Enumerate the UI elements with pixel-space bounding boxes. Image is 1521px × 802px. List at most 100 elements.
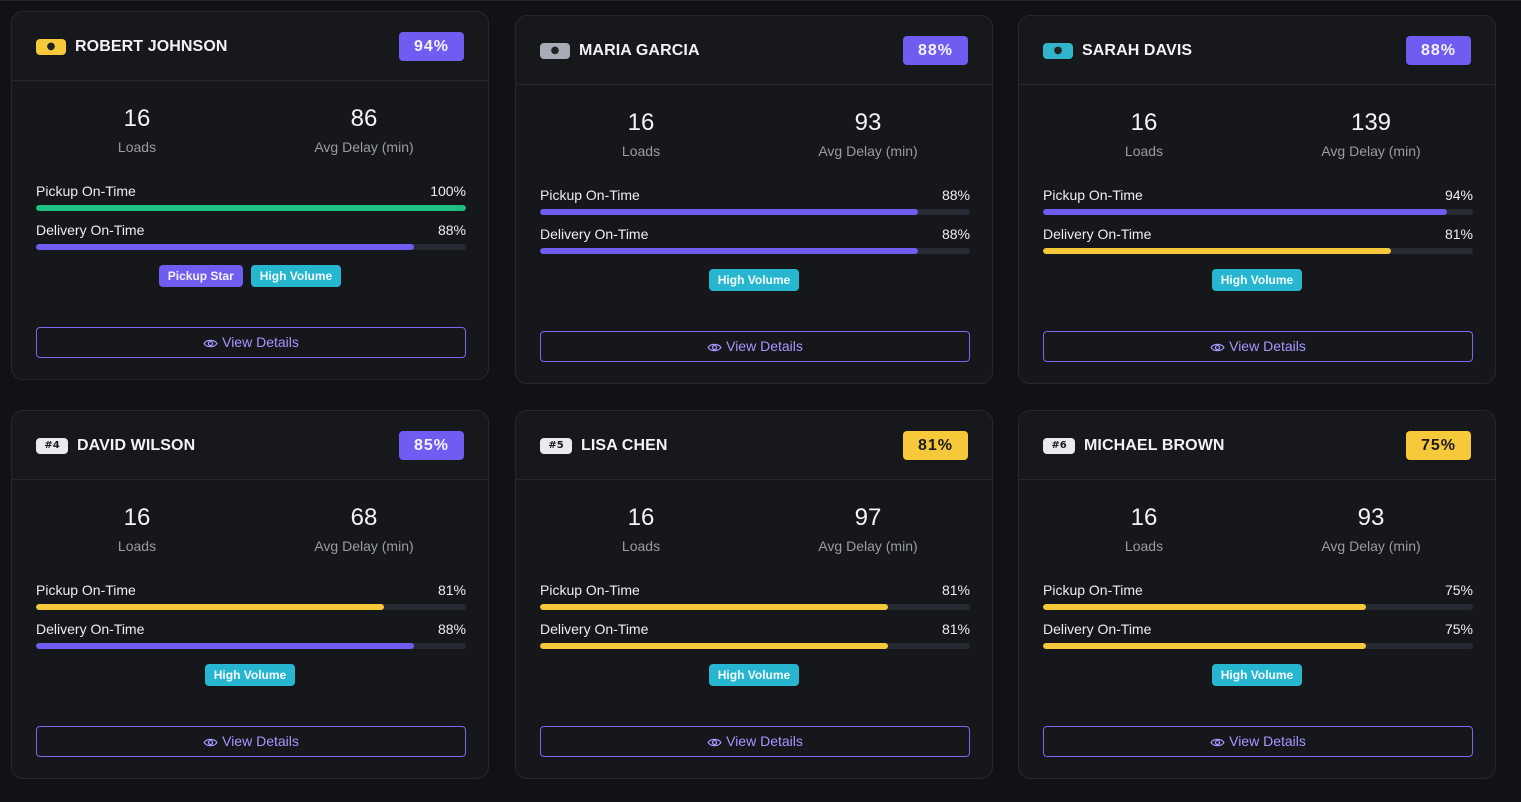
loads-label: Loads [117, 139, 157, 155]
silver-medal-icon: ● [540, 43, 570, 59]
tag-row: High Volume [516, 269, 992, 291]
delivery-progress-track [540, 643, 970, 649]
avg-delay-value: 139 [1350, 109, 1392, 136]
delivery-percent: 81% [941, 621, 970, 637]
avg-delay-stat: 97 Avg Delay (min) [768, 504, 968, 555]
score-badge: 88% [1406, 36, 1471, 65]
loads-stat: 16 Loads [37, 105, 237, 156]
view-details-label: View Details [222, 334, 299, 350]
avg-delay-value: 68 [350, 504, 378, 531]
view-details-label: View Details [222, 733, 299, 749]
delivery-progress-fill [36, 643, 415, 649]
view-details-label: View Details [1229, 733, 1306, 749]
pickup-progress-track [36, 205, 466, 211]
delivery-metric: Delivery On-Time 81% [1043, 225, 1473, 254]
view-details-button[interactable]: View Details [540, 726, 970, 757]
view-details-button[interactable]: View Details [1043, 726, 1473, 757]
avg-delay-value: 93 [1357, 504, 1385, 531]
driver-card: #5 LISA CHEN 81% 16 Loads 97 Avg Delay (… [515, 410, 993, 779]
rank-badge: #4 [36, 438, 68, 454]
avg-delay-label: Avg Delay (min) [818, 538, 918, 554]
pickup-progress-track [540, 209, 970, 215]
stats-row: 16 Loads 68 Avg Delay (min) [12, 504, 488, 564]
score-badge: 81% [903, 431, 968, 460]
pickup-metric: Pickup On-Time 94% [1043, 186, 1473, 215]
delivery-label: Delivery On-Time [36, 222, 145, 238]
tag-row: Pickup Star High Volume [12, 265, 488, 287]
view-details-button[interactable]: View Details [36, 327, 466, 358]
delivery-progress-fill [540, 248, 919, 254]
delivery-progress-track [1043, 643, 1473, 649]
high-volume-tag: High Volume [250, 265, 342, 287]
pickup-metric: Pickup On-Time 81% [540, 581, 970, 610]
pickup-progress-track [1043, 604, 1473, 610]
avg-delay-stat: 86 Avg Delay (min) [264, 105, 464, 156]
pickup-star-tag: Pickup Star [158, 265, 243, 287]
loads-stat: 16 Loads [1044, 504, 1244, 555]
loads-stat: 16 Loads [541, 504, 741, 555]
pickup-progress-track [36, 604, 466, 610]
high-volume-tag: High Volume [708, 664, 800, 686]
rank-badge: #6 [1043, 438, 1075, 454]
delivery-label: Delivery On-Time [540, 226, 649, 242]
delivery-progress-track [540, 248, 970, 254]
stats-row: 16 Loads 86 Avg Delay (min) [12, 105, 488, 165]
avg-delay-label: Avg Delay (min) [314, 538, 414, 554]
eye-icon [707, 738, 722, 747]
delivery-percent: 75% [1444, 621, 1473, 637]
pickup-progress-fill [1043, 604, 1366, 610]
driver-name: ROBERT JOHNSON [75, 38, 228, 55]
driver-card: ● ROBERT JOHNSON 94% 16 Loads 86 Avg Del… [11, 11, 489, 380]
score-badge: 94% [399, 32, 464, 61]
card-header: #5 LISA CHEN 81% [516, 411, 992, 480]
avg-delay-label: Avg Delay (min) [314, 139, 414, 155]
avg-delay-label: Avg Delay (min) [1321, 538, 1421, 554]
pickup-label: Pickup On-Time [540, 187, 640, 203]
loads-value: 16 [1130, 109, 1158, 136]
delivery-progress-track [36, 244, 466, 250]
avg-delay-stat: 93 Avg Delay (min) [1271, 504, 1471, 555]
pickup-percent: 88% [941, 187, 970, 203]
high-volume-tag: High Volume [708, 269, 800, 291]
loads-value: 16 [627, 109, 655, 136]
gold-medal-icon: ● [36, 39, 66, 55]
delivery-percent: 88% [437, 621, 466, 637]
delivery-metric: Delivery On-Time 88% [540, 225, 970, 254]
pickup-progress-fill [540, 209, 919, 215]
view-details-button[interactable]: View Details [1043, 331, 1473, 362]
delivery-label: Delivery On-Time [36, 621, 145, 637]
high-volume-tag: High Volume [204, 664, 296, 686]
tag-row: High Volume [1019, 269, 1495, 291]
top-divider [0, 0, 1521, 1]
bronze-medal-icon: ● [1043, 43, 1073, 59]
pickup-label: Pickup On-Time [36, 582, 136, 598]
rank-badge: #5 [540, 438, 572, 454]
eye-icon [707, 343, 722, 352]
pickup-metric: Pickup On-Time 81% [36, 581, 466, 610]
view-details-button[interactable]: View Details [540, 331, 970, 362]
driver-name: MICHAEL BROWN [1084, 437, 1225, 454]
loads-label: Loads [117, 538, 157, 554]
avg-delay-value: 93 [854, 109, 882, 136]
view-details-label: View Details [726, 733, 803, 749]
driver-card: #4 DAVID WILSON 85% 16 Loads 68 Avg Dela… [11, 410, 489, 779]
pickup-metric: Pickup On-Time 75% [1043, 581, 1473, 610]
pickup-progress-track [1043, 209, 1473, 215]
delivery-percent: 81% [1444, 226, 1473, 242]
pickup-metric: Pickup On-Time 100% [36, 182, 466, 211]
loads-stat: 16 Loads [1044, 109, 1244, 160]
pickup-progress-track [540, 604, 970, 610]
pickup-percent: 94% [1444, 187, 1473, 203]
driver-name: SARAH DAVIS [1082, 42, 1193, 59]
card-header: #4 DAVID WILSON 85% [12, 411, 488, 480]
loads-label: Loads [621, 143, 661, 159]
pickup-percent: 81% [941, 582, 970, 598]
avg-delay-stat: 68 Avg Delay (min) [264, 504, 464, 555]
driver-name: LISA CHEN [581, 437, 668, 454]
stats-row: 16 Loads 93 Avg Delay (min) [516, 109, 992, 169]
pickup-percent: 81% [437, 582, 466, 598]
delivery-progress-fill [1043, 643, 1366, 649]
score-badge: 85% [399, 431, 464, 460]
view-details-button[interactable]: View Details [36, 726, 466, 757]
avg-delay-stat: 139 Avg Delay (min) [1271, 109, 1471, 160]
